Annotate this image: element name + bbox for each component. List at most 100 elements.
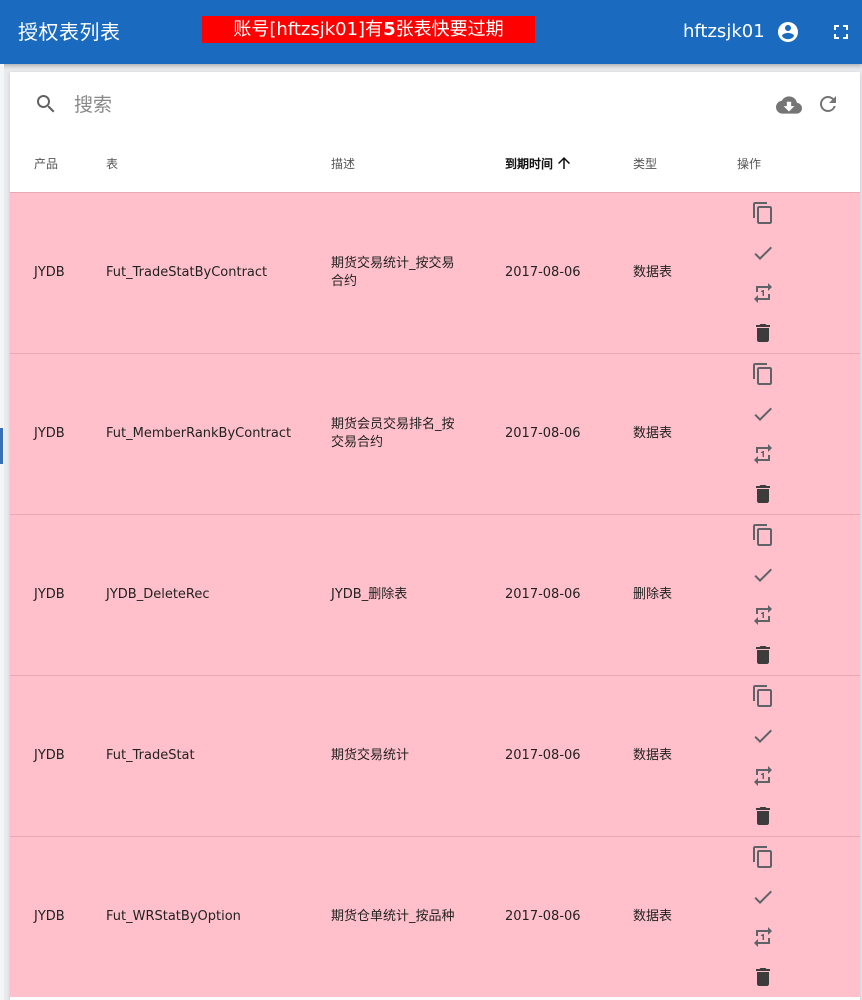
copy-icon[interactable] — [751, 362, 775, 386]
cell-product-text: JYDB — [34, 265, 65, 280]
cell-product-text: JYDB — [34, 748, 65, 763]
cell-product: JYDB — [34, 193, 94, 353]
alert-count: 5 — [383, 19, 396, 40]
copy-icon[interactable] — [751, 845, 775, 869]
cell-product-text: JYDB — [34, 587, 65, 602]
cell-type-text: 数据表 — [633, 909, 673, 924]
cell-description-text: 期货会员交易排名_按交易合约 — [331, 417, 455, 450]
column-header-table[interactable]: 表 — [106, 136, 118, 192]
column-header-type[interactable]: 类型 — [633, 136, 657, 192]
cell-expiry-date: 2017-08-06 — [505, 515, 615, 675]
copy-icon[interactable] — [751, 201, 775, 225]
expiry-alert-banner: 账号[hftzsjk01]有5张表快要过期 — [202, 16, 535, 43]
cell-expiry-date-text: 2017-08-06 — [505, 426, 581, 441]
table-row[interactable]: JYDB Fut_WRStatByOption 期货仓单统计_按品种 2017-08-… — [10, 836, 860, 997]
cell-type: 数据表 — [633, 193, 713, 353]
delete-icon[interactable] — [751, 965, 775, 989]
delete-icon[interactable] — [751, 804, 775, 828]
cell-description: 期货交易统计_按交易合约 — [331, 193, 461, 353]
cell-expiry-date-text: 2017-08-06 — [505, 587, 581, 602]
cell-product: JYDB — [34, 837, 94, 997]
alert-prefix: 账号[hftzsjk01]有 — [233, 19, 384, 40]
fullscreen-icon[interactable] — [829, 20, 853, 44]
copy-icon[interactable] — [751, 523, 775, 547]
check-icon[interactable] — [751, 724, 775, 748]
table-card: 产品 表 描述 到期时间 类型 操作 JYDB Fut_TradeStatByCo… — [10, 72, 860, 1000]
swap-icon[interactable] — [751, 442, 775, 466]
cell-table-name-text: Fut_TradeStatByContract — [106, 265, 268, 280]
left-edge-marker — [0, 428, 3, 464]
cell-table-name-text: Fut_TradeStat — [106, 748, 195, 763]
check-icon[interactable] — [751, 563, 775, 587]
cell-description-text: 期货交易统计_按交易合约 — [331, 256, 455, 289]
delete-icon[interactable] — [751, 482, 775, 506]
check-icon[interactable] — [751, 241, 775, 265]
cell-type: 数据表 — [633, 354, 713, 514]
cell-product: JYDB — [34, 676, 94, 836]
swap-icon[interactable] — [751, 764, 775, 788]
cell-description: 期货交易统计 — [331, 676, 461, 836]
row-actions — [751, 837, 775, 997]
cell-type-text: 数据表 — [633, 748, 673, 763]
page-title: 授权表列表 — [18, 20, 121, 44]
table-header: 产品 表 描述 到期时间 类型 操作 — [10, 136, 860, 193]
row-actions — [751, 515, 775, 675]
cell-type: 数据表 — [633, 837, 713, 997]
cell-table-name: JYDB_DeleteRec — [106, 515, 321, 675]
delete-icon[interactable] — [751, 643, 775, 667]
check-icon[interactable] — [751, 402, 775, 426]
cell-table-name: Fut_TradeStatByContract — [106, 193, 321, 353]
column-header-description[interactable]: 描述 — [331, 136, 355, 192]
row-actions — [751, 354, 775, 514]
cell-table-name: Fut_TradeStat — [106, 676, 321, 836]
table-row[interactable]: JYDB Fut_MemberRankByContract 期货会员交易排名_按交易… — [10, 353, 860, 514]
cell-product: JYDB — [34, 354, 94, 514]
row-actions — [751, 676, 775, 836]
alert-suffix: 张表快要过期 — [395, 19, 504, 40]
column-header-product[interactable]: 产品 — [34, 136, 58, 192]
cell-expiry-date: 2017-08-06 — [505, 837, 615, 997]
cloud-download-icon[interactable] — [776, 92, 802, 116]
check-icon[interactable] — [751, 885, 775, 909]
account-circle-icon[interactable] — [776, 20, 800, 44]
cell-type-text: 数据表 — [633, 426, 673, 441]
table-row[interactable]: JYDB Fut_TradeStatByContract 期货交易统计_按交易合约 2… — [10, 192, 860, 353]
refresh-icon[interactable] — [816, 92, 840, 116]
table-row[interactable]: JYDB Fut_TradeStat 期货交易统计 2017-08-06 数据表 — [10, 675, 860, 836]
search-icon — [34, 92, 58, 116]
cell-expiry-date: 2017-08-06 — [505, 354, 615, 514]
search-input[interactable] — [72, 88, 476, 122]
cell-table-name-text: Fut_WRStatByOption — [106, 909, 241, 924]
cell-expiry-date-text: 2017-08-06 — [505, 265, 581, 280]
cell-description: 期货仓单统计_按品种 — [331, 837, 461, 997]
cell-table-name: Fut_MemberRankByContract — [106, 354, 321, 514]
delete-icon[interactable] — [751, 321, 775, 345]
swap-icon[interactable] — [751, 281, 775, 305]
table-row[interactable]: JYDB JYDB_DeleteRec JYDB_删除表 2017-08-06 删除表 — [10, 514, 860, 675]
row-actions — [751, 193, 775, 353]
cell-description: JYDB_删除表 — [331, 515, 461, 675]
cell-table-name: Fut_WRStatByOption — [106, 837, 321, 997]
column-header-expiry[interactable]: 到期时间 — [505, 136, 573, 192]
swap-icon[interactable] — [751, 603, 775, 627]
username: hftzsjk01 — [683, 21, 765, 42]
cell-expiry-date: 2017-08-06 — [505, 193, 615, 353]
cell-expiry-date-text: 2017-08-06 — [505, 748, 581, 763]
cell-product: JYDB — [34, 515, 94, 675]
cell-table-name-text: Fut_MemberRankByContract — [106, 426, 292, 441]
cell-type-text: 数据表 — [633, 265, 673, 280]
cell-product-text: JYDB — [34, 426, 65, 441]
cell-type: 数据表 — [633, 676, 713, 836]
cell-product-text: JYDB — [34, 909, 65, 924]
column-header-actions: 操作 — [737, 157, 762, 171]
cell-description-text: 期货交易统计 — [331, 748, 410, 763]
column-header-expiry-label: 到期时间 — [505, 157, 554, 171]
swap-icon[interactable] — [751, 925, 775, 949]
cell-table-name-text: JYDB_DeleteRec — [106, 587, 210, 602]
app-bar: 授权表列表 账号[hftzsjk01]有5张表快要过期 hftzsjk01 — [0, 0, 862, 64]
left-edge — [0, 64, 4, 1000]
cell-description-text: 期货仓单统计_按品种 — [331, 909, 455, 924]
cell-expiry-date-text: 2017-08-06 — [505, 909, 581, 924]
cell-description: 期货会员交易排名_按交易合约 — [331, 354, 461, 514]
copy-icon[interactable] — [751, 684, 775, 708]
